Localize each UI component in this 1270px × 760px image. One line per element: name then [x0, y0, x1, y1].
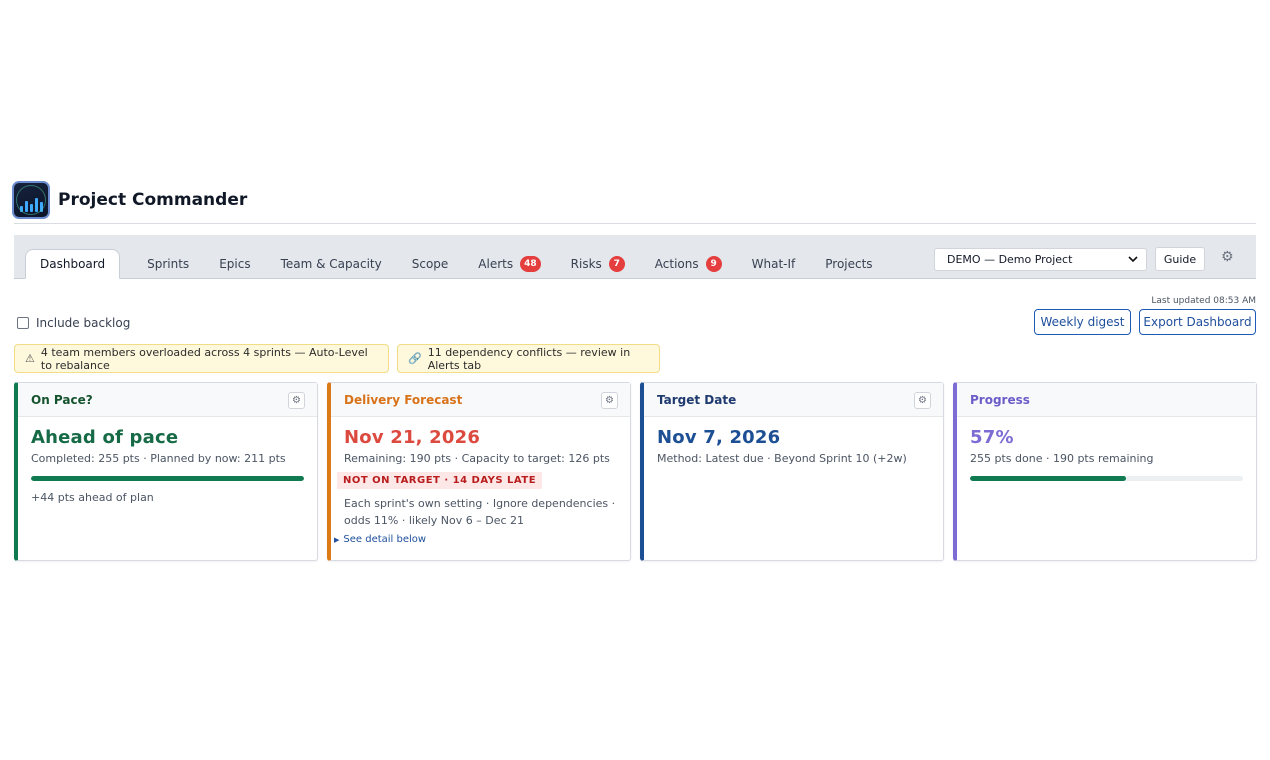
tab-label: Projects: [825, 257, 873, 271]
target-date: Nov 7, 2026: [657, 427, 781, 448]
tab-label: Team & Capacity: [280, 257, 382, 271]
app-root: Project Commander Dashboard Sprints Epic…: [12, 176, 1257, 561]
project-select[interactable]: DEMO — Demo Project: [934, 248, 1147, 271]
forecast-date: Nov 21, 2026: [344, 427, 481, 448]
card-title: Progress: [957, 383, 1256, 417]
tab-risks[interactable]: Risks 7: [556, 249, 640, 279]
tab-label: Sprints: [147, 257, 190, 271]
card-settings-gear-icon[interactable]: ⚙: [288, 392, 305, 409]
tab-label: Actions: [654, 257, 699, 271]
alerts-count-badge: 48: [520, 256, 541, 272]
progress-percent: 57%: [970, 427, 1014, 448]
app-header: Project Commander: [12, 176, 1256, 224]
tab-label: Alerts: [478, 257, 514, 271]
pace-headline: Ahead of pace: [31, 427, 179, 448]
see-detail-link[interactable]: ▶ See detail below: [334, 534, 617, 545]
summary-cards: On Pace? ⚙ Ahead of pace Completed: 255 …: [14, 382, 1257, 561]
include-backlog-checkbox[interactable]: [17, 317, 29, 329]
card-title: Target Date: [644, 383, 943, 417]
export-dashboard-button[interactable]: Export Dashboard: [1139, 309, 1256, 335]
tab-list: Dashboard Sprints Epics Team & Capacity …: [25, 249, 888, 279]
last-updated-text: Last updated 08:53 AM: [1151, 296, 1256, 306]
link-icon: 🔗: [408, 352, 422, 365]
include-backlog-label: Include backlog: [36, 316, 131, 330]
tab-label: Dashboard: [40, 257, 106, 271]
pace-note: +44 pts ahead of plan: [31, 491, 154, 504]
tab-label: Risks: [570, 257, 602, 271]
weekly-digest-button[interactable]: Weekly digest: [1034, 309, 1131, 335]
banner-text: 4 team members overloaded across 4 sprin…: [40, 345, 368, 372]
card-title: On Pace?: [18, 383, 317, 417]
app-logo-icon: [12, 180, 50, 219]
chevron-down-icon: [1128, 256, 1138, 263]
pace-detail: Completed: 255 pts · Planned by now: 211…: [31, 452, 286, 465]
see-detail-label: See detail below: [343, 534, 427, 545]
caret-right-icon: ▶: [334, 535, 340, 544]
risks-count-badge: 7: [608, 256, 625, 272]
tab-label: Epics: [219, 257, 251, 271]
pace-progress-bar: [31, 476, 304, 481]
progress-bar: [970, 476, 1243, 481]
forecast-detail: Remaining: 190 pts · Capacity to target:…: [344, 452, 610, 465]
card-settings-gear-icon[interactable]: ⚙: [914, 392, 931, 409]
tab-scope[interactable]: Scope: [397, 249, 464, 279]
project-select-value: DEMO — Demo Project: [947, 253, 1073, 266]
include-backlog-toggle[interactable]: Include backlog: [17, 316, 130, 330]
card-title: Delivery Forecast: [331, 383, 630, 417]
target-method: Method: Latest due · Beyond Sprint 10 (+…: [657, 452, 907, 465]
tab-label: What-If: [751, 257, 796, 271]
progress-detail: 255 pts done · 190 pts remaining: [970, 452, 1154, 465]
app-title: Project Commander: [58, 189, 248, 210]
tab-team-capacity[interactable]: Team & Capacity: [266, 249, 397, 279]
actions-count-badge: 9: [705, 256, 722, 272]
guide-button[interactable]: Guide: [1155, 247, 1205, 271]
not-on-target-badge: NOT ON TARGET · 14 DAYS LATE: [337, 472, 543, 489]
card-settings-gear-icon[interactable]: ⚙: [601, 392, 618, 409]
progress-fill: [970, 476, 1126, 481]
tab-sprints[interactable]: Sprints: [132, 249, 204, 279]
delivery-forecast-card: Delivery Forecast ⚙ Nov 21, 2026 Remaini…: [327, 382, 631, 561]
pace-progress-fill: [31, 476, 304, 481]
settings-gear-icon[interactable]: ⚙: [1221, 249, 1234, 265]
tab-what-if[interactable]: What-If: [737, 249, 811, 279]
tab-epics[interactable]: Epics: [204, 249, 265, 279]
overload-alert-banner[interactable]: ⚠ 4 team members overloaded across 4 spr…: [14, 344, 389, 373]
tab-bar: Dashboard Sprints Epics Team & Capacity …: [14, 235, 1256, 279]
tab-dashboard[interactable]: Dashboard: [25, 249, 121, 279]
warning-icon: ⚠: [25, 352, 35, 365]
progress-card: Progress 57% 255 pts done · 190 pts rema…: [953, 382, 1257, 561]
target-date-card: Target Date ⚙ Nov 7, 2026 Method: Latest…: [640, 382, 944, 561]
tab-label: Scope: [411, 257, 449, 271]
forecast-settings-text: Each sprint's own setting · Ignore depen…: [344, 497, 616, 527]
on-pace-card: On Pace? ⚙ Ahead of pace Completed: 255 …: [14, 382, 318, 561]
tab-actions[interactable]: Actions 9: [640, 249, 737, 279]
tab-alerts[interactable]: Alerts 48: [463, 249, 555, 279]
dependency-alert-banner[interactable]: 🔗 11 dependency conflicts — review in Al…: [397, 344, 660, 373]
tab-projects[interactable]: Projects: [810, 249, 887, 279]
banner-text: 11 dependency conflicts — review in Aler…: [427, 345, 631, 372]
